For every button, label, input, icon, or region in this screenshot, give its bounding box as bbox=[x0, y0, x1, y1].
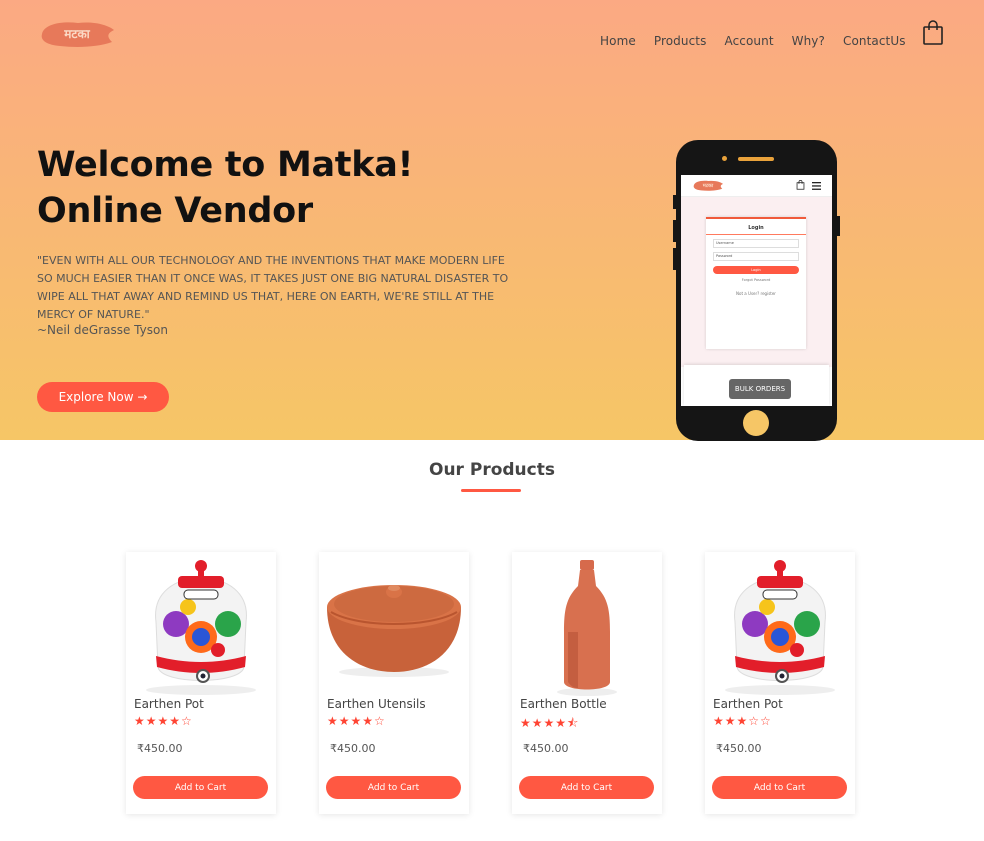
add-to-cart-button[interactable]: Add to Cart bbox=[133, 776, 268, 799]
home-button bbox=[743, 410, 769, 436]
explore-now-button[interactable]: Explore Now → bbox=[37, 382, 169, 412]
speaker-slot bbox=[738, 157, 774, 161]
hamburger-icon bbox=[812, 182, 821, 190]
product-name[interactable]: Earthen Utensils bbox=[327, 697, 426, 711]
password-field: Password bbox=[713, 252, 799, 261]
shopping-bag-icon[interactable] bbox=[922, 20, 944, 46]
product-price: ₹450.00 bbox=[137, 742, 183, 755]
camera-dot bbox=[722, 156, 727, 161]
bulk-orders-button: BULK ORDERS bbox=[729, 379, 791, 399]
product-image[interactable] bbox=[126, 552, 276, 697]
login-divider bbox=[706, 234, 806, 235]
hero-title-line2: Online Vendor bbox=[37, 191, 313, 231]
product-name[interactable]: Earthen Bottle bbox=[520, 697, 607, 711]
quote-author: ~Neil deGrasse Tyson bbox=[37, 323, 168, 337]
product-price: ₹450.00 bbox=[523, 742, 569, 755]
phone-logo: मटका bbox=[693, 180, 724, 191]
add-to-cart-button[interactable]: Add to Cart bbox=[326, 776, 461, 799]
logo-text: मटका bbox=[63, 27, 90, 41]
forgot-password-link: Forgot Password bbox=[741, 278, 771, 282]
nav-products[interactable]: Products bbox=[654, 34, 707, 48]
hero-quote: "EVEN WITH ALL OUR TECHNOLOGY AND THE IN… bbox=[37, 254, 509, 321]
login-title: Login bbox=[748, 225, 764, 231]
nav-home[interactable]: Home bbox=[600, 34, 636, 48]
product-name[interactable]: Earthen Pot bbox=[713, 697, 783, 711]
phone-header: मटका bbox=[681, 175, 832, 197]
matka-logo[interactable]: मटका bbox=[38, 18, 116, 50]
phone-footer: BULK ORDERS bbox=[684, 365, 829, 406]
add-to-cart-button[interactable]: Add to Cart bbox=[712, 776, 847, 799]
login-button: Login bbox=[713, 266, 799, 274]
product-card[interactable]: Earthen Pot ★★★★☆ ₹450.00 Add to Cart bbox=[126, 552, 276, 814]
phone-mockup: मटका Login Username Password Login Forgo… bbox=[673, 140, 840, 441]
hero-title: Welcome to Matka! Online Vendor bbox=[37, 142, 557, 234]
phone-body: Login Username Password Login Forgot Pas… bbox=[681, 197, 832, 367]
nav-contact[interactable]: ContactUs bbox=[843, 34, 906, 48]
star-rating-icon: ★★★★☆ bbox=[134, 714, 193, 728]
nav-account[interactable]: Account bbox=[724, 34, 773, 48]
star-rating-icon: ★★★☆☆ bbox=[713, 714, 772, 728]
phone-side-button bbox=[837, 216, 840, 236]
products-section-title: Our Products bbox=[429, 460, 555, 480]
add-to-cart-button[interactable]: Add to Cart bbox=[519, 776, 654, 799]
main-nav: Home Products Account Why? ContactUs bbox=[600, 34, 924, 48]
hero-section: मटका Home Products Account Why? ContactU… bbox=[0, 0, 984, 441]
product-image[interactable] bbox=[512, 552, 662, 697]
phone-bag-icon bbox=[796, 180, 805, 190]
product-image[interactable] bbox=[705, 552, 855, 697]
nav-why[interactable]: Why? bbox=[792, 34, 825, 48]
username-field: Username bbox=[713, 239, 799, 248]
product-image[interactable] bbox=[319, 552, 469, 697]
product-name[interactable]: Earthen Pot bbox=[134, 697, 204, 711]
product-price: ₹450.00 bbox=[330, 742, 376, 755]
product-card[interactable]: Earthen Pot ★★★☆☆ ₹450.00 Add to Cart bbox=[705, 552, 855, 814]
hero-title-line1: Welcome to Matka! bbox=[37, 145, 414, 185]
phone-screen: मटका Login Username Password Login Forgo… bbox=[681, 175, 832, 406]
svg-text:मटका: मटका bbox=[702, 183, 714, 189]
phone-side-button bbox=[673, 195, 676, 209]
star-rating-icon: ★★★★⯪ bbox=[520, 716, 580, 730]
phone-side-button bbox=[673, 220, 676, 242]
product-price: ₹450.00 bbox=[716, 742, 762, 755]
product-card[interactable]: Earthen Bottle ★★★★⯪ ₹450.00 Add to Cart bbox=[512, 552, 662, 814]
register-link: Not a User? register bbox=[736, 291, 776, 296]
title-underline bbox=[461, 489, 521, 492]
product-card[interactable]: Earthen Utensils ★★★★☆ ₹450.00 Add to Ca… bbox=[319, 552, 469, 814]
star-rating-icon: ★★★★☆ bbox=[327, 714, 386, 728]
phone-side-button bbox=[673, 248, 676, 270]
login-card: Login Username Password Login Forgot Pas… bbox=[706, 217, 806, 349]
